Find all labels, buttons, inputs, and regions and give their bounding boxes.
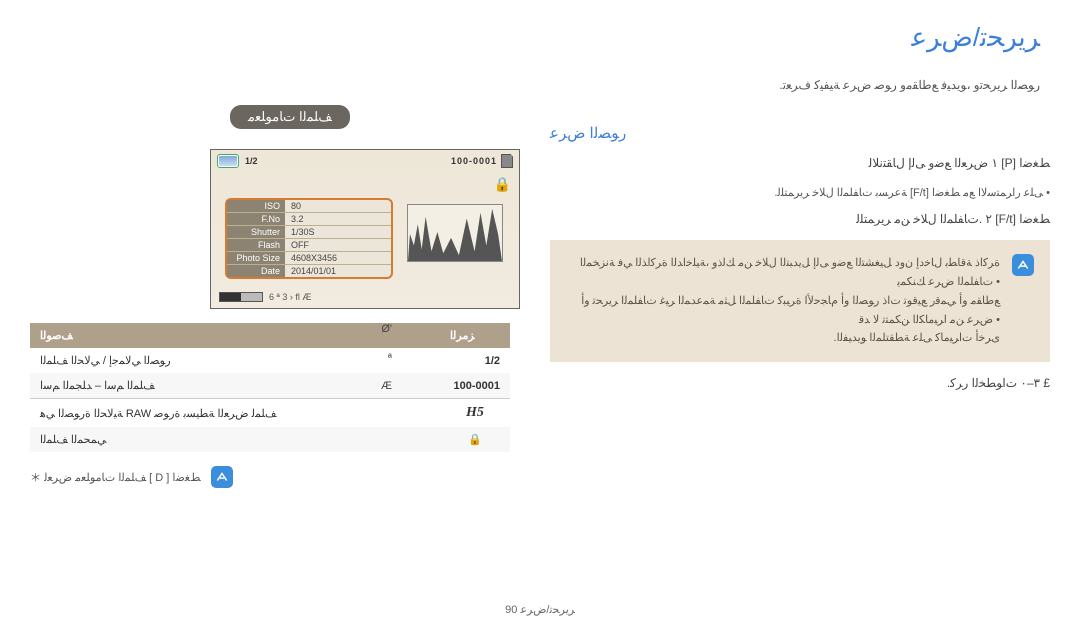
cell-icon: 🔒 (440, 427, 510, 452)
cell-icon: 100-0001 (440, 373, 510, 399)
table-row: ﻒﻠﻤﻟﺍ ﻢﺳﺍ – ﺪﻠﺠﻤﻟﺍ ﻢﺳﺍ 100-0001 (30, 373, 510, 399)
exposure-meter-icon (219, 292, 263, 302)
cell-desc: ﺔﻴﻟﺎﺤﻟﺍ ةﺭﻮﺼﻟﺍ ﻲﻫ RAW ﻒﻠﻤﻟ ﺽﺮﻌﻟﺍ ﺔﻄﻴﺴﺑ ة… (30, 399, 440, 428)
bottom-bar-text: 6 ª 3 › fl Æ (269, 292, 311, 302)
callout-label: Æ (362, 372, 392, 401)
substep-item: .ﺔﻋﺮﺴﺑ ﺕﺎﻔﻠﻤﻟﺍ ﻝﻼﺧ ﺮﻳﺮﻤﺘﻠﻟ [F/t] ﻰﻠﻋ ﺭﺍﺮ… (562, 183, 1050, 204)
footer-step: .٣–٠ ﺕﺍﻮﻄﺨﻟﺍ ﺭﺮﻛ £ (550, 376, 1050, 390)
lock-icon: 🔒 (494, 176, 511, 193)
exif-info-box: ISO80 F.No3.2 Shutter1/30S FlashOFF Phot… (225, 198, 393, 279)
cell-desc: ﻲﻤﺤﻤﻟﺍ ﻒﻠﻤﻟﺍ (30, 427, 440, 452)
page-number: 90 ﺮﻳﺮﺤﺗ/ﺽﺮﻋ (0, 603, 1080, 616)
exif-key: Shutter (227, 226, 285, 238)
info-note-icon (211, 466, 233, 488)
exif-val: 80 (285, 200, 391, 212)
table-row: ﺭﻮﺼﻟﺍ ﻲﻟﺎﻤﺟﺇ / ﻲﻟﺎﺤﻟﺍ ﻒﻠﻤﻟﺍ 1/2 (30, 348, 510, 373)
page-title: ﺮﻳﺮﺤﺗ/ضﺮﻋ (912, 22, 1040, 53)
cell-icon: H5 (440, 399, 510, 428)
section-subhead: ﺭﻮﺼﻟﺍ ضﺮﻋ (550, 124, 1050, 142)
frame-fraction: 1/2 (245, 156, 258, 166)
exif-val: OFF (285, 239, 391, 251)
exif-key: ISO (227, 200, 285, 212)
exif-key: Flash (227, 239, 285, 251)
lock-icon: 🔒 (468, 434, 482, 446)
note-line: ﺓﺮﻛﺍﺫ ﺔﻗﺎﻄﺑ ﻝﺎﺧﺩﺇ ﻥﻭﺩ ﻞﻴﻐﺸﺘﻟﺍ ﻊﺿﻭ ﻰﻟﺇ ﻞﻳ… (566, 254, 1000, 291)
sd-card-icon (501, 154, 513, 168)
exif-key: Date (227, 265, 285, 277)
exif-val: 4608X3456 (285, 252, 391, 264)
note-line: ﻊﻃﺎﻘﻣ ﻭﺃ ﻲﻤﻗﺭ ﻊﻴﻗﻮﺗ ﺕﺍﺫ ﺭﻮﺼﻟﺍ ﻭﺃ ﻡﺎﺠﺣﻷﺍ … (566, 292, 1000, 329)
exif-key: F.No (227, 213, 285, 225)
section-title: ﻒﻠﻤﻟﺍ ﺕﺎﻣﻮﻠﻌﻣ (230, 105, 350, 129)
mode-icon (217, 154, 239, 168)
table-row: ﺔﻴﻟﺎﺤﻟﺍ ةﺭﻮﺼﻟﺍ ﻲﻫ RAW ﻒﻠﻤﻟ ﺽﺮﻌﻟﺍ ﺔﻄﻴﺴﺑ ة… (30, 399, 510, 428)
icon-legend-table: ﻒﺻﻮﻟﺍ ﺰﻣﺮﻟﺍ ﺭﻮﺼﻟﺍ ﻲﻟﺎﻤﺟﺇ / ﻲﻟﺎﺤﻟﺍ ﻒﻠﻤﻟﺍ … (30, 323, 510, 452)
callout-label: Ø' (362, 315, 392, 344)
device-screenshot: 1/2 100-0001 🔒 ISO80 F.No3.2 Shutter1/30… (210, 149, 520, 309)
footnote-text: ＊ ﻒﻠﻤﻟﺍ ﺕﺎﻣﻮﻠﻌﻣ ﺽﺮﻌﻟ [ D ] ﻂﻐﺿﺍ (30, 469, 201, 485)
steps-list: ١ ﺽﺮﻌﻟﺍ ﻊﺿﻭ ﻰﻟﺇ ﻝﺎﻘﺘﻧﻼﻟ [P] ﻂﻐﺿﺍ .ﺔﻋﺮﺴﺑ … (550, 152, 1050, 230)
exif-val: 1/30S (285, 226, 391, 238)
exif-val: 3.2 (285, 213, 391, 225)
file-counter: 100-0001 (451, 156, 497, 166)
table-row: ﻲﻤﺤﻤﻟﺍ ﻒﻠﻤﻟﺍ 🔒 (30, 427, 510, 452)
step-item: ١ ﺽﺮﻌﻟﺍ ﻊﺿﻭ ﻰﻟﺇ ﻝﺎﻘﺘﻧﻼﻟ [P] ﻂﻐﺿﺍ (550, 152, 1050, 175)
page-subtitle: .ﺭﻮﺼﻟﺍ ﺮﻳﺮﺤﺗﻭ ،ﻮﻳﺪﻴﻓ ﻊﻃﺎﻘﻣﻭ ﺭﻮﺻ ﺽﺮﻋ ﺔﻴﻔﻴ… (779, 78, 1040, 92)
note-block: ﺓﺮﻛﺍﺫ ﺔﻗﺎﻄﺑ ﻝﺎﺧﺩﺇ ﻥﻭﺩ ﻞﻴﻐﺸﺘﻟﺍ ﻊﺿﻭ ﻰﻟﺇ ﻞﻳ… (550, 240, 1050, 361)
info-note-icon (1012, 254, 1034, 276)
callout-label: ª (362, 344, 392, 373)
cell-icon: 1/2 (440, 348, 510, 373)
exif-key: Photo Size (227, 252, 285, 264)
exif-val: 2014/01/01 (285, 265, 391, 277)
step-item: ٢ .ﺕﺎﻔﻠﻤﻟﺍ ﻝﻼﺧ ﻦﻣ ﺮﻳﺮﻤﺘﻠﻟ [F/t] ﻂﻐﺿﺍ (550, 208, 1050, 231)
table-header: ﺰﻣﺮﻟﺍ (440, 323, 510, 348)
histogram (407, 204, 503, 262)
note-line: .ﻯﺮﺧﺃ ﺕﺍﺮﻴﻣﺎﻛ ﻰﻠﻋ ﺔﻄﻘﺘﻠﻤﻟﺍ ﻮﻳﺪﻴﻔﻟﺍ (566, 329, 1000, 348)
